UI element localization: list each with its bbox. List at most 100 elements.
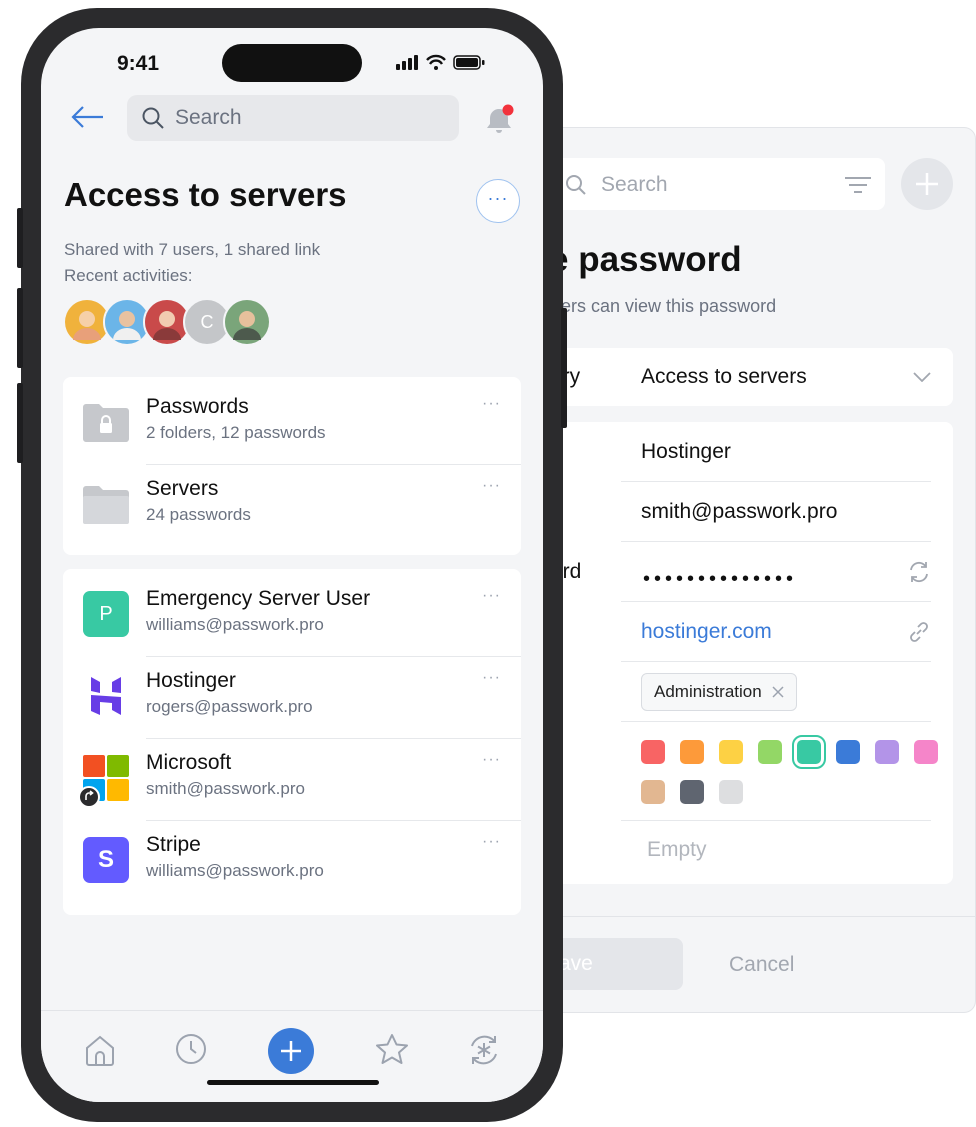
folder-name: Servers	[146, 477, 219, 500]
search-icon	[142, 107, 164, 129]
phone-screen: 9:41 Search Access to servers ··· Shared…	[41, 28, 543, 1102]
folder-value: Access to servers	[641, 365, 807, 388]
folder-list: Passwords 2 folders, 12 passwords ··· Se…	[63, 377, 521, 555]
side-button	[17, 208, 23, 268]
tag-chip[interactable]: Administration	[641, 673, 797, 711]
dynamic-island	[222, 44, 362, 82]
edit-password-panel: Search e password ers can view this pass…	[540, 127, 976, 1013]
color-swatch[interactable]	[792, 735, 826, 769]
divider	[621, 820, 931, 821]
password-item-hostinger[interactable]: Hostinger rogers@passwork.pro ···	[63, 657, 521, 739]
plus-icon	[916, 173, 938, 195]
link-icon[interactable]	[907, 620, 931, 644]
more-options-button[interactable]: ···	[476, 179, 520, 223]
tag-label: Administration	[654, 682, 762, 701]
password-name: Emergency Server User	[146, 587, 371, 610]
stripe-logo-icon: S	[83, 837, 129, 883]
password-field[interactable]: ••••••••••••••	[643, 568, 797, 591]
password-item-microsoft[interactable]: Microsoft smith@passwork.pro ···	[63, 739, 521, 821]
side-button	[561, 308, 567, 428]
color-swatch[interactable]	[914, 740, 938, 764]
search-input[interactable]: Search	[127, 95, 459, 141]
avatar[interactable]	[223, 298, 271, 346]
panel-search-input[interactable]: Search	[551, 158, 885, 210]
footer-divider	[541, 916, 975, 917]
home-indicator	[207, 1080, 379, 1085]
bell-icon[interactable]	[482, 104, 516, 136]
back-arrow-icon[interactable]	[71, 106, 105, 128]
avatar-initial: C	[200, 311, 214, 332]
row-more-button[interactable]: ···	[482, 587, 501, 605]
plus-icon	[281, 1041, 301, 1061]
folder-meta: 24 passwords	[146, 505, 251, 524]
folder-item-servers[interactable]: Servers 24 passwords ···	[63, 465, 521, 547]
divider	[621, 661, 931, 662]
save-button-label: ave	[559, 952, 593, 975]
panel-title: e password	[549, 240, 742, 279]
divider	[621, 601, 931, 602]
folder-meta: 2 folders, 12 passwords	[146, 423, 326, 442]
folder-select[interactable]: ory Access to servers	[551, 348, 953, 406]
status-time: 9:41	[117, 52, 160, 75]
user-photo-icon	[225, 300, 269, 344]
color-swatch[interactable]	[641, 780, 665, 804]
color-swatch[interactable]	[875, 740, 899, 764]
clock-icon[interactable]	[175, 1033, 207, 1065]
url-field[interactable]: hostinger.com	[641, 620, 772, 644]
password-name: Stripe	[146, 833, 201, 856]
panel-subtitle: ers can view this password	[561, 296, 777, 316]
color-swatch[interactable]	[836, 740, 860, 764]
password-login: williams@passwork.pro	[146, 615, 324, 634]
notes-placeholder[interactable]: Empty	[647, 838, 707, 862]
generator-icon[interactable]	[467, 1033, 501, 1067]
color-swatch[interactable]	[680, 780, 704, 804]
side-button	[17, 288, 23, 368]
color-swatch[interactable]	[758, 740, 782, 764]
recent-activities-label: Recent activities:	[64, 266, 193, 285]
refresh-icon[interactable]	[907, 560, 931, 584]
star-icon[interactable]	[375, 1033, 409, 1065]
folder-item-passwords[interactable]: Passwords 2 folders, 12 passwords ···	[63, 383, 521, 465]
password-item-emergency[interactable]: P Emergency Server User williams@passwor…	[63, 575, 521, 657]
color-swatch[interactable]	[719, 740, 743, 764]
color-swatch[interactable]	[719, 780, 743, 804]
filter-icon[interactable]	[845, 176, 871, 194]
folder-icon	[83, 486, 129, 524]
cancel-button[interactable]: Cancel	[729, 953, 794, 977]
add-button[interactable]	[268, 1028, 314, 1074]
phone-frame: 9:41 Search Access to servers ··· Shared…	[17, 8, 567, 1122]
row-more-button[interactable]: ···	[482, 477, 501, 495]
icon-letter: P	[99, 602, 113, 625]
locked-folder-icon	[83, 404, 129, 442]
name-field[interactable]: Hostinger	[641, 440, 731, 464]
password-item-stripe[interactable]: S Stripe williams@passwork.pro ···	[63, 821, 521, 903]
login-field[interactable]: smith@passwork.pro	[641, 500, 837, 524]
password-login: smith@passwork.pro	[146, 779, 305, 798]
shared-info: Shared with 7 users, 1 shared link	[64, 240, 321, 259]
row-more-button[interactable]: ···	[482, 833, 501, 851]
password-name: Hostinger	[146, 669, 236, 692]
panel-search-placeholder: Search	[601, 173, 668, 196]
side-button	[17, 383, 23, 463]
status-icons	[396, 54, 485, 70]
divider	[621, 541, 931, 542]
close-icon[interactable]	[772, 686, 784, 698]
panel-add-button[interactable]	[901, 158, 953, 210]
divider	[621, 721, 931, 722]
chevron-down-icon	[913, 372, 931, 382]
letter-icon: P	[83, 591, 129, 637]
search-placeholder: Search	[175, 106, 242, 129]
icon-letter: S	[97, 846, 114, 873]
folder-name: Passwords	[146, 395, 249, 418]
home-icon[interactable]	[85, 1035, 115, 1067]
password-login: williams@passwork.pro	[146, 861, 324, 880]
color-swatch[interactable]	[641, 740, 665, 764]
save-button[interactable]: ave	[551, 938, 683, 990]
row-more-button[interactable]: ···	[482, 395, 501, 413]
password-form: Hostinger smith@passwork.pro ord •••••••…	[551, 422, 953, 884]
password-list: P Emergency Server User williams@passwor…	[63, 569, 521, 915]
color-swatch[interactable]	[680, 740, 704, 764]
row-more-button[interactable]: ···	[482, 669, 501, 687]
row-more-button[interactable]: ···	[482, 751, 501, 769]
password-login: rogers@passwork.pro	[146, 697, 313, 716]
